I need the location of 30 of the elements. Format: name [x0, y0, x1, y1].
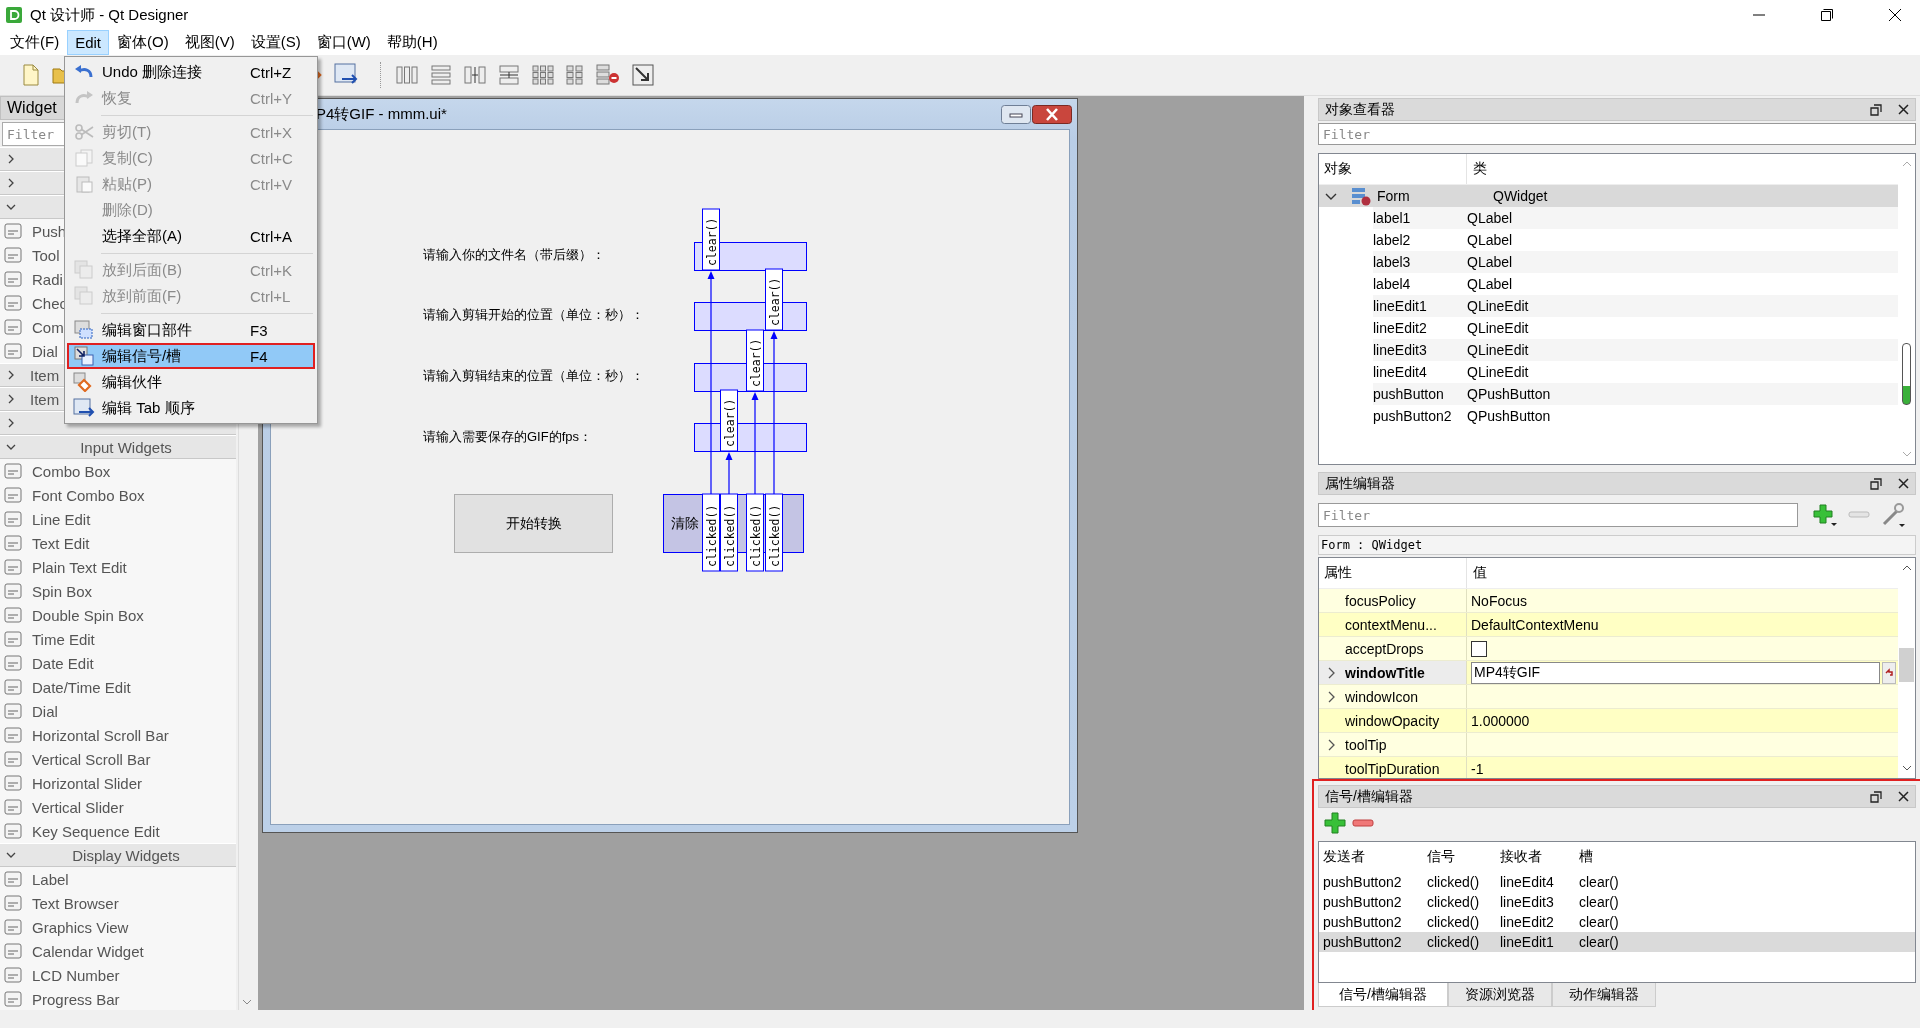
form-label: 请输入剪辑结束的位置（单位：秒）： [423, 367, 644, 385]
form-label: 请输入剪辑开始的位置（单位：秒）： [423, 306, 644, 324]
property-name: contextMenu... [1345, 616, 1437, 633]
slot-tooltip: clear() [765, 268, 783, 331]
window-title: Qt 设计师 - Qt Designer [30, 5, 189, 25]
property-value: 1.000000 [1471, 712, 1530, 729]
dock-title: 属性编辑器 [1325, 474, 1395, 493]
signal-tooltip: clicked() [702, 493, 720, 572]
property-name: acceptDrops [1345, 640, 1424, 657]
slot-tooltip: clear() [720, 389, 738, 452]
slot-tooltip: clear() [702, 208, 720, 271]
property-value: -1 [1471, 760, 1484, 777]
property-name: toolTipDuration [1345, 760, 1440, 777]
form-label: 请输入需要保存的GIF的fps： [423, 428, 592, 446]
signal-tooltip: clicked() [765, 493, 783, 572]
property-value: NoFocus [1471, 592, 1528, 609]
property-name: windowOpacity [1345, 712, 1440, 729]
object-class-label: Form : QWidget [1318, 535, 1916, 555]
signal-tooltip: clicked() [746, 493, 764, 572]
panel-title: Widget [7, 99, 57, 117]
property-value: DefaultContextMenu [1471, 616, 1599, 633]
form-label: 请输入你的文件名（带后缀）： [423, 246, 605, 264]
slot-tooltip: clear() [746, 329, 764, 392]
property-name: focusPolicy [1345, 592, 1416, 609]
dock-title: 信号/槽编辑器 [1325, 787, 1413, 806]
signal-tooltip: clicked() [720, 493, 738, 572]
dock-title: 对象查看器 [1325, 100, 1395, 119]
property-name: toolTip [1345, 736, 1387, 753]
property-name: windowIcon [1345, 688, 1419, 705]
property-name: windowTitle [1345, 664, 1425, 681]
